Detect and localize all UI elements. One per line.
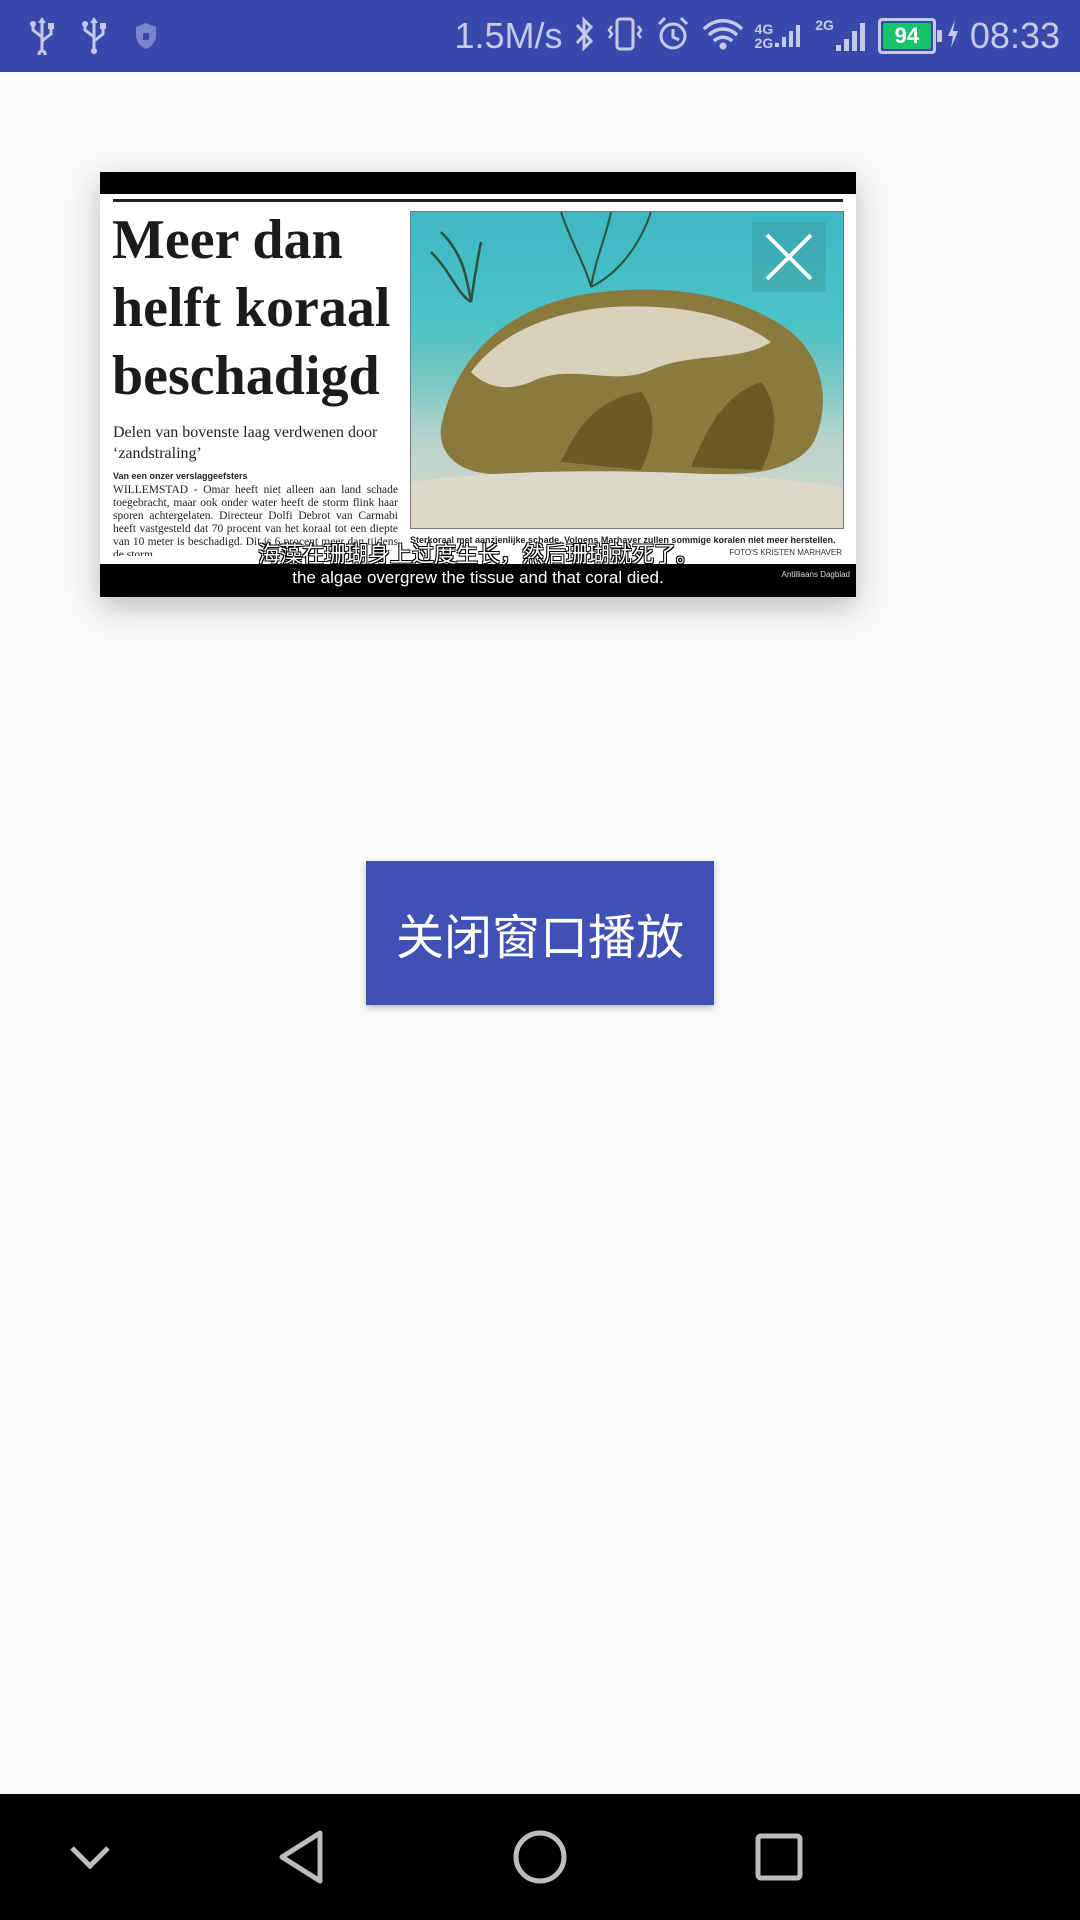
- subtitle-chinese: 海藻在珊瑚身上过度生长，然后珊瑚就死了。: [257, 542, 698, 567]
- close-icon: [765, 233, 813, 281]
- signal-4g-icon: 4G 2G: [755, 19, 806, 53]
- status-bar: 1.5M/s 4G 2G 2G 94 08:33: [0, 0, 1080, 72]
- article-subhead: Delen van bovenste laag verdwenen door ‘…: [113, 424, 378, 462]
- video-source-label: Antilliaans Dagblad: [781, 570, 851, 579]
- navigation-bar: [0, 1794, 1080, 1920]
- headline-rule: [113, 199, 843, 202]
- home-circle-icon: [513, 1830, 567, 1884]
- shield-icon: [128, 16, 164, 56]
- clock: 08:33: [969, 15, 1060, 56]
- nav-home-button[interactable]: [507, 1824, 573, 1890]
- nav-collapse-button[interactable]: [57, 1824, 123, 1890]
- chevron-down-icon: [70, 1846, 110, 1870]
- alarm-icon: [655, 15, 691, 58]
- battery-icon: 94: [877, 18, 942, 54]
- charging-icon: [946, 19, 960, 54]
- network-speed: 1.5M/s: [454, 15, 563, 56]
- signal-2g-label: 2G: [754, 35, 774, 51]
- battery-level: 94: [894, 23, 920, 48]
- article-headline: Meer dan helft koraal beschadigd: [112, 209, 391, 407]
- video-frame: Meer dan helft koraal beschadigd Delen v…: [100, 194, 856, 564]
- usb-icon: [76, 16, 112, 56]
- nav-back-button[interactable]: [268, 1824, 334, 1890]
- nav-recents-button[interactable]: [746, 1824, 812, 1890]
- bluetooth-icon: [573, 15, 595, 58]
- close-window-playback-button[interactable]: 关闭窗口播放: [366, 861, 714, 1005]
- floating-video-player[interactable]: Meer dan helft koraal beschadigd Delen v…: [100, 172, 856, 597]
- wifi-icon: [701, 15, 745, 58]
- status-bar-right-icons: 1.5M/s 4G 2G 2G 94 08:33: [454, 0, 1060, 72]
- usb-icon: [24, 16, 60, 56]
- back-triangle-icon: [279, 1830, 323, 1884]
- subtitle-english: the algae overgrew the tissue and that c…: [292, 568, 664, 587]
- signal-icon: 2G: [815, 17, 868, 55]
- close-video-button[interactable]: [752, 222, 826, 292]
- signal-2g-label-secondary: 2G: [815, 17, 834, 33]
- status-bar-left-icons: [24, 16, 164, 56]
- article-byline: Van een onzer verslaggeefsters: [113, 471, 248, 481]
- vibrate-icon: [605, 15, 645, 58]
- recents-square-icon: [755, 1833, 803, 1881]
- signal-4g-label: 4G: [754, 21, 774, 37]
